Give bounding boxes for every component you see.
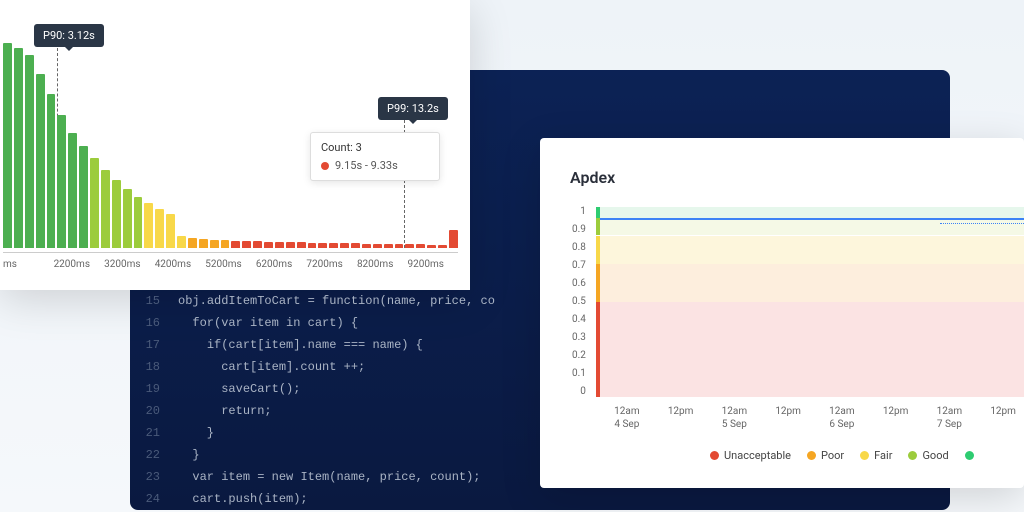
histogram-bar[interactable] (14, 48, 23, 248)
code-line[interactable]: 22 } (130, 444, 530, 466)
histogram-bar[interactable] (144, 203, 153, 248)
code-line[interactable]: 16 for(var item in cart) { (130, 312, 530, 334)
histogram-bar[interactable] (36, 74, 45, 248)
histogram-bar[interactable] (329, 243, 338, 248)
apdex-x-ticks: 12am4 Sep12pm12am5 Sep12pm12am6 Sep12pm1… (600, 405, 1024, 431)
code-line[interactable]: 18 cart[item].count ++; (130, 356, 530, 378)
histogram-bar[interactable] (395, 244, 404, 248)
histogram-x-axis: ms2200ms3200ms4200ms5200ms6200ms7200ms82… (3, 252, 458, 270)
legend-dot-icon (710, 451, 719, 460)
histogram-bar[interactable] (373, 244, 382, 248)
histogram-bar[interactable] (123, 189, 132, 248)
code-line[interactable]: 15obj.addItemToCart = function(name, pri… (130, 290, 530, 312)
histogram-bar[interactable] (79, 146, 88, 249)
histogram-bar[interactable] (25, 55, 34, 248)
histogram-bar[interactable] (286, 242, 295, 248)
histogram-bar[interactable] (340, 243, 349, 248)
histogram-bar[interactable] (155, 209, 164, 248)
histogram-bar[interactable] (416, 244, 425, 248)
histogram-bar[interactable] (177, 236, 186, 248)
latency-histogram-card: P90: 3.12s P99: 13.2s ms2200ms3200ms4200… (0, 0, 470, 290)
apdex-card: Apdex 10.90.80.70.60.50.40.30.20.10 12am… (540, 138, 1024, 488)
code-line[interactable]: 23 var item = new Item(name, price, coun… (130, 466, 530, 488)
histogram-bar[interactable] (68, 133, 77, 248)
apdex-line (600, 218, 1024, 220)
apdex-band (600, 218, 1024, 235)
histogram-bar[interactable] (3, 43, 12, 248)
code-editor[interactable]: 15obj.addItemToCart = function(name, pri… (130, 290, 530, 510)
histogram-bar[interactable] (90, 158, 99, 248)
tooltip-count: Count: 3 (321, 141, 429, 154)
histogram-bar[interactable] (362, 244, 371, 248)
apdex-band (600, 236, 1024, 265)
legend-dot-icon (965, 451, 974, 460)
legend-item: Fair (860, 449, 892, 462)
histogram-bar[interactable] (221, 240, 230, 248)
tooltip-range: 9.15s - 9.33s (335, 159, 398, 172)
histogram-bar[interactable] (384, 244, 393, 248)
legend-item (965, 451, 979, 460)
histogram-bar[interactable] (405, 244, 414, 248)
histogram-bar[interactable] (134, 197, 143, 248)
apdex-y-ticks: 10.90.80.70.60.50.40.30.20.10 (572, 207, 586, 397)
histogram-bar[interactable] (427, 245, 436, 248)
apdex-band (600, 302, 1024, 397)
legend-dot-icon (908, 451, 917, 460)
histogram-bar[interactable] (231, 241, 240, 248)
histogram-bar[interactable] (210, 240, 219, 248)
histogram-bar[interactable] (449, 230, 458, 248)
apdex-title: Apdex (570, 168, 1024, 187)
histogram-tooltip: Count: 3 9.15s - 9.33s (310, 132, 440, 181)
histogram-bar[interactable] (351, 243, 360, 248)
histogram-bar[interactable] (47, 94, 56, 248)
tooltip-dot-icon (321, 162, 329, 170)
apdex-band (600, 264, 1024, 302)
code-line[interactable]: 17 if(cart[item].name === name) { (130, 334, 530, 356)
histogram-bar[interactable] (308, 243, 317, 248)
legend-item: Unacceptable (710, 449, 791, 462)
legend-dot-icon (860, 451, 869, 460)
code-line[interactable]: 24 cart.push(item); (130, 488, 530, 510)
histogram-bar[interactable] (318, 243, 327, 248)
apdex-legend: Unacceptable Poor Fair Good (710, 449, 1024, 462)
code-line[interactable]: 20 return; (130, 400, 530, 422)
legend-item: Good (908, 449, 948, 462)
histogram-bar[interactable] (438, 245, 447, 248)
histogram-bar[interactable] (264, 242, 273, 248)
histogram-bar[interactable] (188, 238, 197, 248)
code-line[interactable]: 21 } (130, 422, 530, 444)
histogram-bar[interactable] (166, 214, 175, 248)
histogram-bar[interactable] (297, 242, 306, 248)
histogram-bar[interactable] (57, 115, 66, 248)
histogram-bar[interactable] (101, 170, 110, 248)
apdex-band (600, 207, 1024, 218)
histogram-bar[interactable] (199, 239, 208, 248)
histogram-bar[interactable] (242, 241, 251, 248)
code-line[interactable]: 19 saveCart(); (130, 378, 530, 400)
legend-dot-icon (807, 451, 816, 460)
apdex-plot[interactable]: 10.90.80.70.60.50.40.30.20.10 (600, 207, 1024, 397)
histogram-bar[interactable] (253, 241, 262, 248)
legend-item: Poor (807, 449, 844, 462)
histogram-bar[interactable] (275, 242, 284, 248)
histogram-bar[interactable] (112, 180, 121, 248)
